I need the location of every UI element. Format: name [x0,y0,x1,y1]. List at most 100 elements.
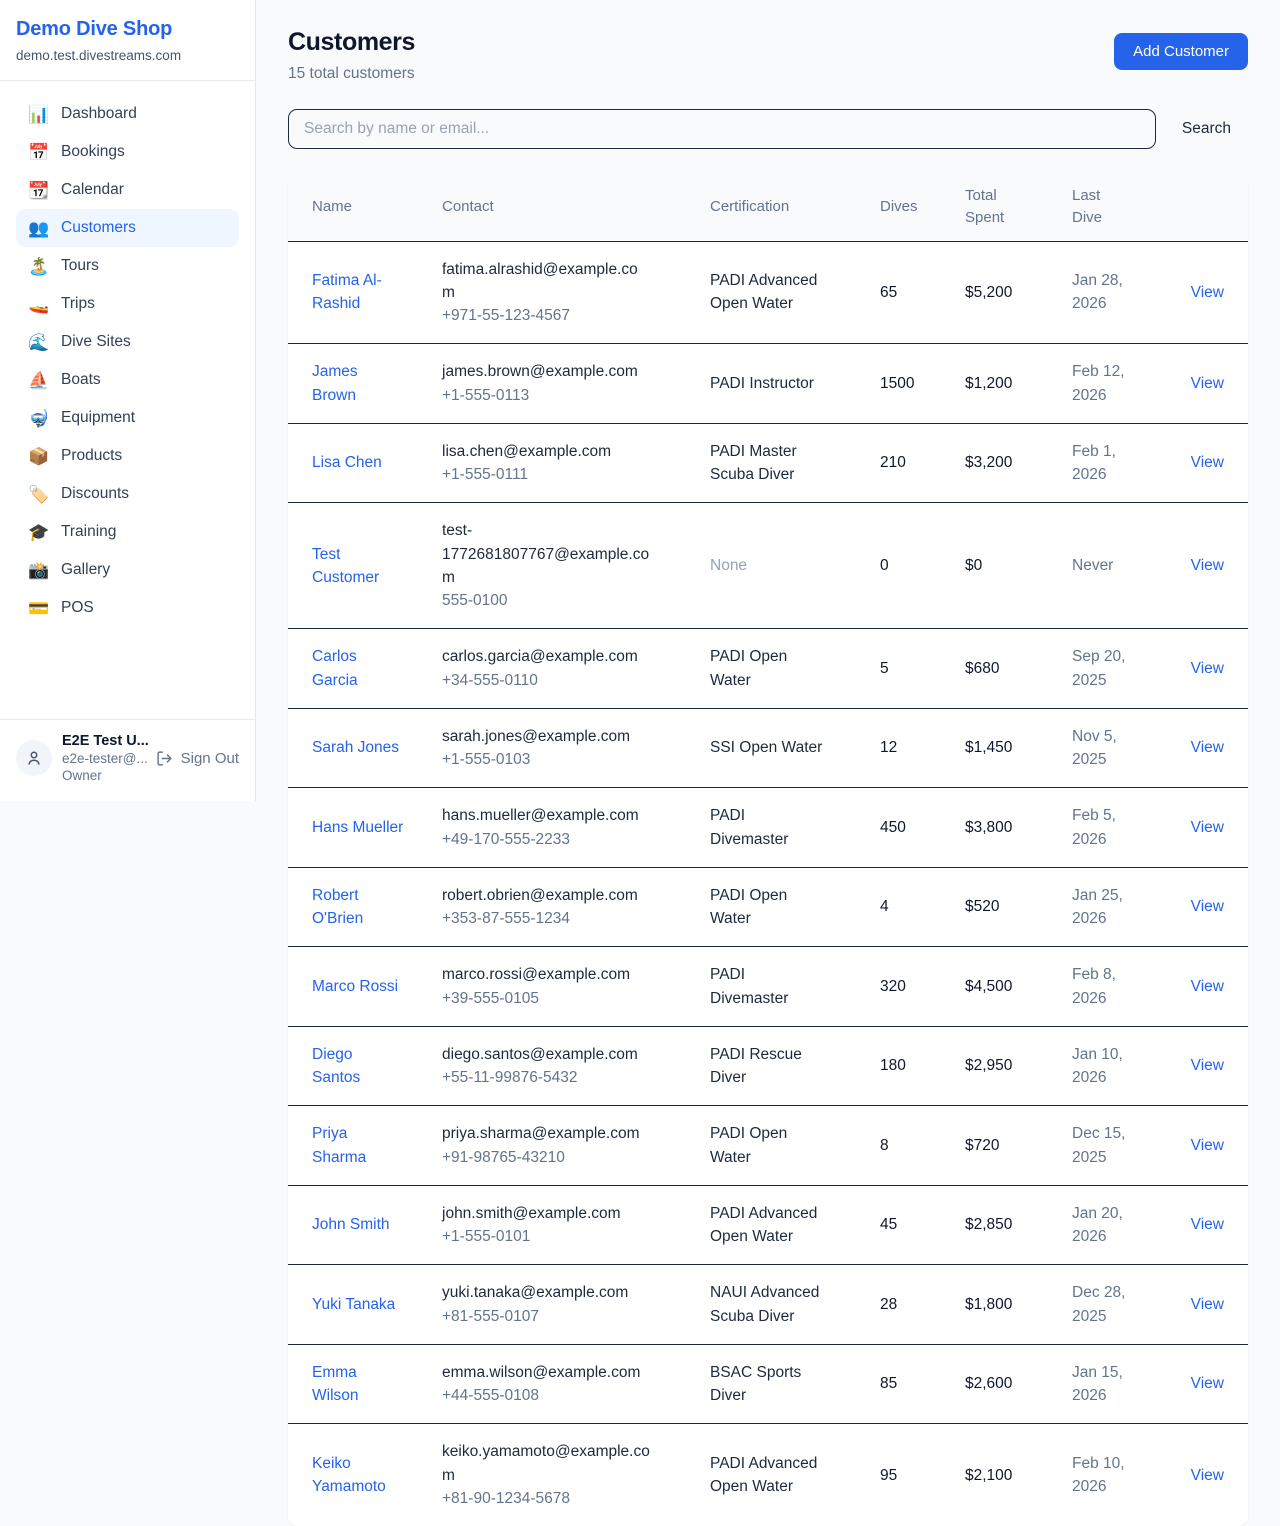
shop-name: Demo Dive Shop [16,18,239,41]
diving-mask-icon: 🤿 [28,410,48,427]
customer-name-link[interactable]: James Brown [312,360,404,407]
sidebar-item-trips[interactable]: 🚤Trips [16,285,239,323]
search-button[interactable]: Search [1182,120,1231,138]
customer-contact-cell: james.brown@example.com+1-555-0113 [434,344,702,424]
customer-name-link[interactable]: Lisa Chen [312,451,382,474]
view-link[interactable]: View [1191,739,1224,756]
view-link[interactable]: View [1191,819,1224,836]
customer-email: john.smith@example.com [442,1202,650,1225]
customer-email: sarah.jones@example.com [442,725,650,748]
certification-cell: PADI Open Water [702,629,872,709]
view-link[interactable]: View [1191,978,1224,995]
sidebar-item-boats[interactable]: ⛵Boats [16,361,239,399]
last-dive-cell: Jan 20, 2026 [1064,1185,1171,1265]
customer-phone: +49-170-555-2233 [442,828,694,851]
action-cell: View [1171,1106,1248,1186]
total-spent-cell: $3,800 [957,788,1064,868]
sidebar-item-label: Customers [61,219,136,237]
customer-contact-cell: john.smith@example.com+1-555-0101 [434,1185,702,1265]
dives-cell: 28 [872,1265,957,1345]
view-link[interactable]: View [1191,284,1224,301]
table-row: Robert O'Brienrobert.obrien@example.com+… [288,867,1248,947]
last-dive-cell: Feb 5, 2026 [1064,788,1171,868]
customer-contact-cell: yuki.tanaka@example.com+81-555-0107 [434,1265,702,1345]
add-customer-button[interactable]: Add Customer [1114,33,1248,70]
column-header-total-spent: Total Spent [957,173,1064,241]
table-row: John Smith john.smith@example.com+1-555-0… [288,1185,1248,1265]
view-link[interactable]: View [1191,1137,1224,1154]
sidebar-item-bookings[interactable]: 📅Bookings [16,133,239,171]
column-header-name: Name [288,173,434,241]
customer-name-link[interactable]: Priya Sharma [312,1122,404,1169]
sidebar-item-training[interactable]: 🎓Training [16,513,239,551]
sign-out-button[interactable]: Sign Out [156,750,239,767]
search-input[interactable] [288,109,1156,149]
customer-name-link[interactable]: Test Customer [312,543,404,590]
customer-name-link[interactable]: John Smith [312,1213,390,1236]
customers-table: NameContactCertificationDivesTotal Spent… [288,173,1248,1526]
customer-name-link[interactable]: Carlos Garcia [312,645,404,692]
customer-name-link[interactable]: Fatima Al-Rashid [312,269,404,316]
sidebar-item-gallery[interactable]: 📸Gallery [16,551,239,589]
sidebar-item-label: POS [61,599,94,617]
view-link[interactable]: View [1191,1467,1224,1484]
sidebar-item-calendar[interactable]: 📆Calendar [16,171,239,209]
customer-name-cell: Yuki Tanaka [288,1265,434,1345]
customer-name-cell: Fatima Al-Rashid [288,241,434,344]
view-link[interactable]: View [1191,375,1224,392]
customer-name-link[interactable]: Keiko Yamamoto [312,1452,404,1499]
graduation-cap-icon: 🎓 [28,524,48,541]
customer-phone: +1-555-0113 [442,384,694,407]
total-spent-cell: $1,800 [957,1265,1064,1345]
sidebar-item-dashboard[interactable]: 📊Dashboard [16,95,239,133]
customer-name-link[interactable]: Hans Mueller [312,816,403,839]
customer-email: diego.santos@example.com [442,1043,650,1066]
last-dive-cell: Nov 5, 2025 [1064,708,1171,788]
dives-cell: 320 [872,947,957,1027]
sidebar-item-customers[interactable]: 👥 Customers [16,209,239,247]
view-link[interactable]: View [1191,1057,1224,1074]
customer-email: robert.obrien@example.com [442,884,650,907]
certification-cell: None [702,503,872,629]
customer-contact-cell: carlos.garcia@example.com+34-555-0110 [434,629,702,709]
customer-name-link[interactable]: Robert O'Brien [312,884,404,931]
user-email: e2e-tester@... [62,751,146,766]
sidebar-item-pos[interactable]: 💳POS [16,589,239,627]
sidebar-item-equipment[interactable]: 🤿Equipment [16,399,239,437]
sidebar-item-products[interactable]: 📦Products [16,437,239,475]
sidebar-item-discounts[interactable]: 🏷️Discounts [16,475,239,513]
sidebar-item-label: Tours [61,257,99,275]
view-link[interactable]: View [1191,454,1224,471]
customer-phone: +34-555-0110 [442,669,694,692]
sidebar-item-dive-sites[interactable]: 🌊Dive Sites [16,323,239,361]
table-row: Sarah Jones sarah.jones@example.com+1-555… [288,708,1248,788]
calendar-icon: 📅 [28,144,48,161]
view-link[interactable]: View [1191,557,1224,574]
customer-name-link[interactable]: Sarah Jones [312,736,399,759]
customer-phone: 555-0100 [442,589,694,612]
customer-name-cell: Sarah Jones [288,708,434,788]
view-link[interactable]: View [1191,898,1224,915]
view-link[interactable]: View [1191,1216,1224,1233]
customer-phone: +1-555-0103 [442,748,694,771]
action-cell: View [1171,629,1248,709]
sidebar: Demo Dive Shop demo.test.divestreams.com… [0,0,256,801]
customer-name-cell: Lisa Chen [288,423,434,503]
customer-name-link[interactable]: Emma Wilson [312,1361,404,1408]
sidebar-item-tours[interactable]: 🏝️Tours [16,247,239,285]
page-subtitle: 15 total customers [288,65,415,83]
customer-name-link[interactable]: Yuki Tanaka [312,1293,395,1316]
customer-name-link[interactable]: Marco Rossi [312,975,398,998]
column-header-last-dive: Last Dive [1064,173,1171,241]
bar-chart-icon: 📊 [28,106,48,123]
speedboat-icon: 🚤 [28,296,48,313]
view-link[interactable]: View [1191,1375,1224,1392]
view-link[interactable]: View [1191,1296,1224,1313]
dives-cell: 450 [872,788,957,868]
people-icon: 👥 [28,220,48,237]
tag-icon: 🏷️ [28,486,48,503]
customer-name-link[interactable]: Diego Santos [312,1043,404,1090]
view-link[interactable]: View [1191,660,1224,677]
dives-cell: 45 [872,1185,957,1265]
last-dive-cell: Dec 28, 2025 [1064,1265,1171,1345]
